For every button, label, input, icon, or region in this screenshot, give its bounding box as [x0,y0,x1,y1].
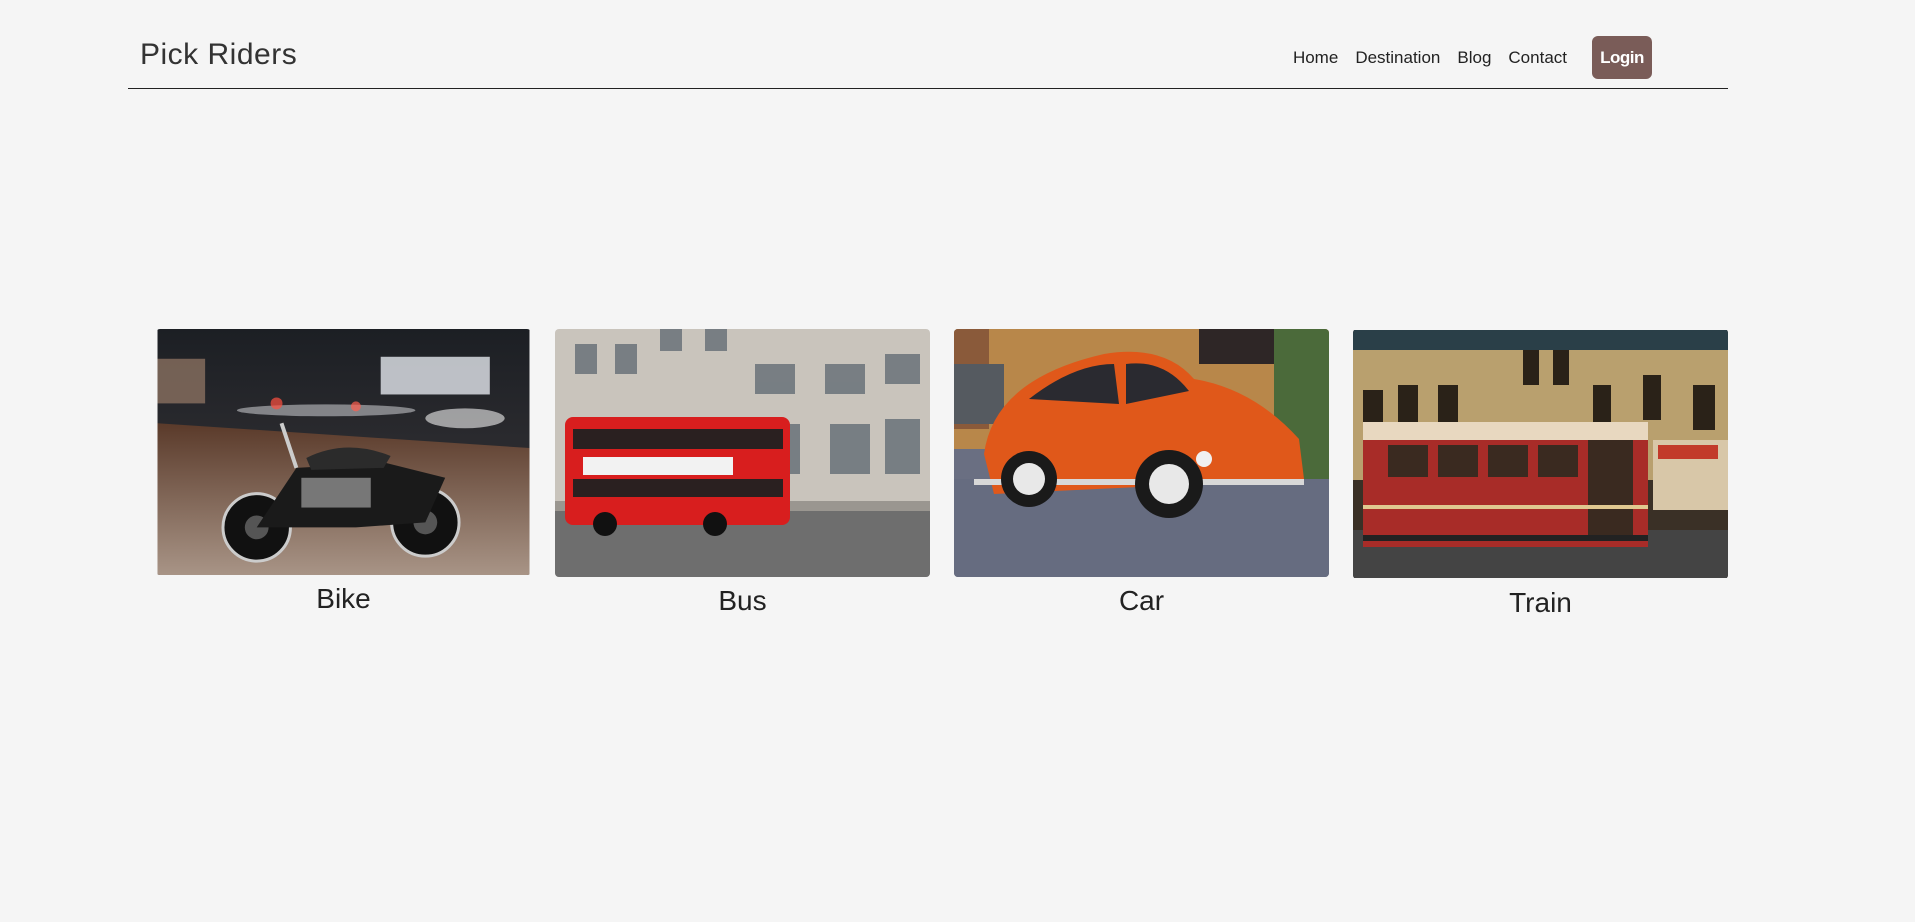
vehicle-card-car[interactable]: Car [954,329,1329,619]
nav-destination-link[interactable]: Destination [1355,48,1440,68]
double-decker-bus-photo [555,329,930,577]
red-tram-photo [1353,330,1728,578]
motorcycle-photo [157,329,530,575]
vehicle-card-bike[interactable]: Bike [156,329,531,619]
nav-contact-link[interactable]: Contact [1508,48,1567,68]
vehicle-card-train[interactable]: Train [1353,329,1728,619]
main-nav: Home Destination Blog Contact Login [1293,36,1652,79]
site-header: Pick Riders Home Destination Blog Contac… [128,30,1728,89]
brand-logo[interactable]: Pick Riders [140,38,297,72]
nav-blog-link[interactable]: Blog [1457,48,1491,68]
orange-beetle-car-photo [954,329,1329,577]
vehicle-card-label: Train [1509,587,1572,618]
vehicle-card-bus[interactable]: Bus [555,329,930,619]
vehicle-card-label: Bike [316,583,371,614]
nav-home-link[interactable]: Home [1293,48,1338,68]
login-button[interactable]: Login [1592,36,1652,79]
vehicle-card-label: Bus [718,585,767,616]
vehicle-cards: Bike Bus Car Train [156,329,1728,619]
vehicle-card-label: Car [1118,585,1165,616]
